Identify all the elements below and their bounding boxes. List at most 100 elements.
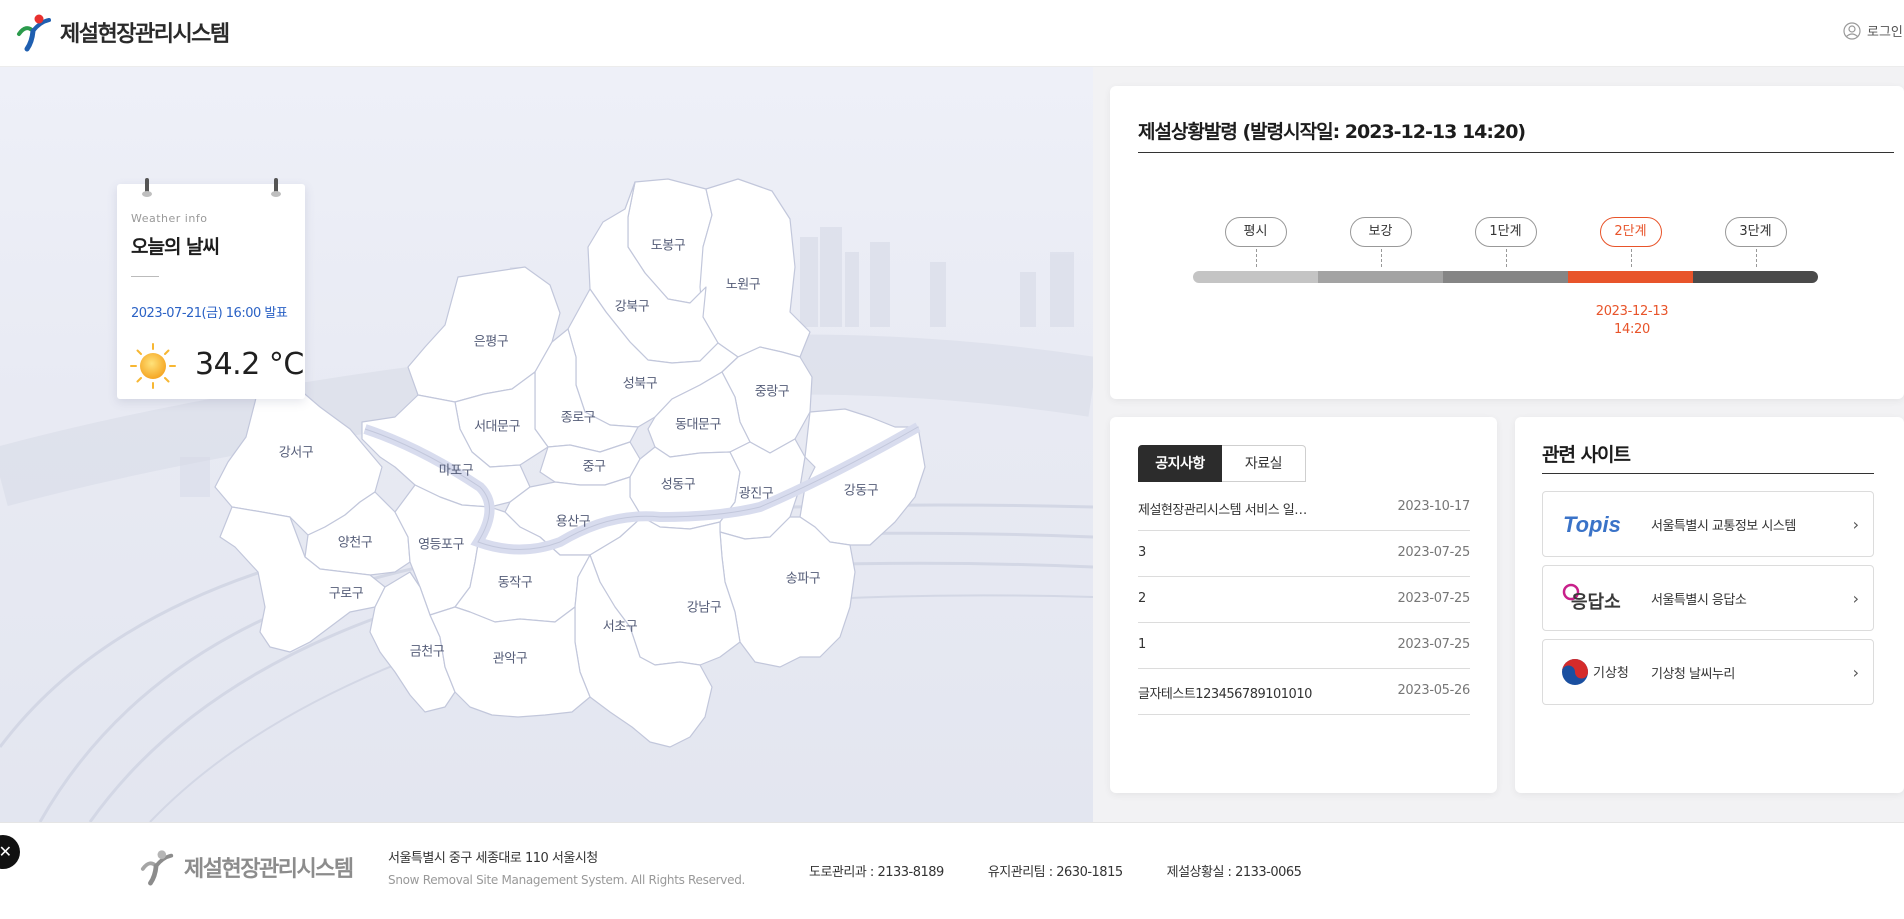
contact-maintenance-team: 유지관리팀 : 2630-1815 bbox=[987, 865, 1123, 880]
svg-text:응답소: 응답소 bbox=[1571, 592, 1621, 613]
district-label[interactable]: 구로구 bbox=[329, 583, 364, 602]
stage-tick bbox=[1505, 249, 1507, 267]
district-label[interactable]: 강동구 bbox=[844, 480, 879, 499]
sites-title: 관련 사이트 bbox=[1542, 444, 1631, 466]
district-shape-nowon bbox=[699, 178, 811, 358]
stage-pill: 1단계 bbox=[1474, 217, 1537, 247]
login-button[interactable]: 로그인 bbox=[1843, 21, 1903, 40]
site-name: 기상청 날씨누리 bbox=[1651, 667, 1735, 682]
tab-archive[interactable]: 자료실 bbox=[1222, 445, 1306, 482]
footer-address: 서울특별시 중구 세종대로 110 서울시청 bbox=[388, 851, 598, 866]
header: 제설현장관리시스템 로그인 bbox=[0, 0, 1904, 67]
notice-title: 글자테스트123456789101010 bbox=[1138, 687, 1312, 702]
stage-pill: 3단계 bbox=[1724, 217, 1787, 247]
district-label[interactable]: 송파구 bbox=[786, 568, 821, 587]
district-label[interactable]: 노원구 bbox=[726, 274, 761, 293]
notice-item[interactable]: 3 2023-07-25 bbox=[1138, 531, 1470, 577]
notice-title: 2 bbox=[1138, 591, 1146, 606]
stage-bar-segment bbox=[1193, 271, 1318, 283]
site-link-kma[interactable]: 기상청 기상청 날씨누리 › bbox=[1542, 639, 1874, 705]
notice-date: 2023-07-25 bbox=[1397, 545, 1470, 560]
district-label[interactable]: 동대문구 bbox=[675, 414, 721, 433]
district-label[interactable]: 강북구 bbox=[615, 296, 650, 315]
active-stage-datetime: 2023-12-13 14:20 bbox=[1592, 303, 1672, 339]
notice-date: 2023-10-17 bbox=[1397, 499, 1470, 514]
site-link-eungdapso[interactable]: 응답소 서울특별시 응답소 › bbox=[1542, 565, 1874, 631]
status-title-underline bbox=[1138, 152, 1894, 153]
district-label[interactable]: 관악구 bbox=[493, 648, 528, 667]
district-label[interactable]: 종로구 bbox=[561, 407, 596, 426]
notice-tabs: 공지사항 자료실 bbox=[1138, 445, 1306, 482]
svg-text:기상청: 기상청 bbox=[1593, 666, 1629, 681]
footer-contacts: 도로관리과 : 2133-8189 유지관리팀 : 2630-1815 제설상황… bbox=[809, 861, 1302, 880]
district-label[interactable]: 광진구 bbox=[739, 483, 774, 502]
district-label[interactable]: 금천구 bbox=[410, 641, 445, 660]
binder-ring bbox=[142, 178, 152, 197]
stage-tick bbox=[1255, 249, 1257, 267]
active-stage-date: 2023-12-13 bbox=[1595, 304, 1669, 319]
stage-bar-segment bbox=[1568, 271, 1693, 283]
stage-pill: 평시 bbox=[1224, 217, 1287, 247]
login-label: 로그인 bbox=[1867, 25, 1903, 40]
district-label[interactable]: 강남구 bbox=[687, 597, 722, 616]
stage-pill: 2단계 bbox=[1599, 217, 1662, 247]
weather-card: Weather info 오늘의 날씨 2023-07-21(금) 16:00 … bbox=[117, 178, 305, 399]
notice-date: 2023-07-25 bbox=[1397, 637, 1470, 652]
stage-bar-segment bbox=[1693, 271, 1818, 283]
weather-divider bbox=[131, 276, 159, 277]
stage-tick bbox=[1380, 249, 1382, 267]
district-label[interactable]: 중랑구 bbox=[755, 381, 790, 400]
weather-issued-time: 2023-07-21(금) 16:00 발표 bbox=[131, 306, 288, 321]
stage-bar-segment bbox=[1443, 271, 1568, 283]
close-icon[interactable]: ✕ bbox=[0, 835, 20, 869]
chevron-right-icon: › bbox=[1852, 663, 1859, 682]
chevron-right-icon: › bbox=[1852, 589, 1859, 608]
site-name: 서울특별시 교통정보 시스템 bbox=[1651, 519, 1796, 534]
seoul-map[interactable] bbox=[0, 67, 1093, 822]
user-icon bbox=[1843, 21, 1861, 40]
site-name: 서울특별시 응답소 bbox=[1651, 593, 1747, 608]
district-label[interactable]: 서초구 bbox=[603, 616, 638, 635]
stage-bar-segment bbox=[1318, 271, 1443, 283]
district-label[interactable]: 성동구 bbox=[661, 474, 696, 493]
related-sites-card: 관련 사이트 Topis 서울특별시 교통정보 시스템 › 응답소 서울특별시 … bbox=[1515, 417, 1904, 793]
footer-logo: 제설현장관리시스템 bbox=[140, 848, 354, 886]
map-visual-area: 도봉구노원구강북구은평구성북구 중랑구종로구 서대문구 동대문구강서구마포구 중구성동구… bbox=[0, 67, 1093, 822]
district-label[interactable]: 강서구 bbox=[279, 442, 314, 461]
stage-tick bbox=[1755, 249, 1757, 267]
eungdapso-logo-icon: 응답소 bbox=[1562, 583, 1621, 613]
district-label[interactable]: 중구 bbox=[583, 456, 606, 475]
status-title: 제설상황발령 (발령시작일: 2023-12-13 14:20) bbox=[1138, 121, 1526, 143]
notice-item[interactable]: 2 2023-07-25 bbox=[1138, 577, 1470, 623]
footer: ✕ 제설현장관리시스템 서울특별시 중구 세종대로 110 서울시청 Snow … bbox=[0, 822, 1904, 919]
tab-notice[interactable]: 공지사항 bbox=[1138, 445, 1222, 482]
district-label[interactable]: 은평구 bbox=[474, 331, 509, 350]
seoul-logo-gray-icon bbox=[140, 850, 174, 886]
weather-title: 오늘의 날씨 bbox=[131, 236, 220, 258]
district-label[interactable]: 용산구 bbox=[556, 511, 591, 530]
site-link-topis[interactable]: Topis 서울특별시 교통정보 시스템 › bbox=[1542, 491, 1874, 557]
district-label[interactable]: 도봉구 bbox=[651, 235, 686, 254]
district-label[interactable]: 양천구 bbox=[338, 532, 373, 551]
app-title: 제설현장관리시스템 bbox=[60, 22, 230, 47]
svg-text:Topis: Topis bbox=[1563, 512, 1621, 537]
notice-item[interactable]: 제설현장관리시스템 서비스 일… 2023-10-17 bbox=[1138, 485, 1470, 531]
notice-item[interactable]: 글자테스트123456789101010 2023-05-26 bbox=[1138, 669, 1470, 715]
district-label[interactable]: 영등포구 bbox=[418, 534, 464, 553]
district-label[interactable]: 서대문구 bbox=[474, 416, 520, 435]
kma-logo-icon: 기상청 bbox=[1562, 659, 1629, 685]
active-stage-time: 14:20 bbox=[1614, 322, 1650, 337]
sun-icon bbox=[130, 343, 176, 389]
notice-title: 3 bbox=[1138, 545, 1146, 560]
chevron-right-icon: › bbox=[1852, 515, 1859, 534]
district-label[interactable]: 마포구 bbox=[439, 460, 474, 479]
notice-date: 2023-07-25 bbox=[1397, 591, 1470, 606]
seoul-logo-icon bbox=[17, 14, 51, 52]
notice-date: 2023-05-26 bbox=[1397, 683, 1470, 698]
district-label[interactable]: 동작구 bbox=[498, 572, 533, 591]
notice-item[interactable]: 1 2023-07-25 bbox=[1138, 623, 1470, 669]
topis-logo-icon: Topis bbox=[1563, 512, 1621, 537]
app-logo[interactable]: 제설현장관리시스템 bbox=[16, 12, 230, 52]
district-label[interactable]: 성북구 bbox=[623, 373, 658, 392]
contact-snow-situation-room: 제설상황실 : 2133-0065 bbox=[1166, 865, 1302, 880]
